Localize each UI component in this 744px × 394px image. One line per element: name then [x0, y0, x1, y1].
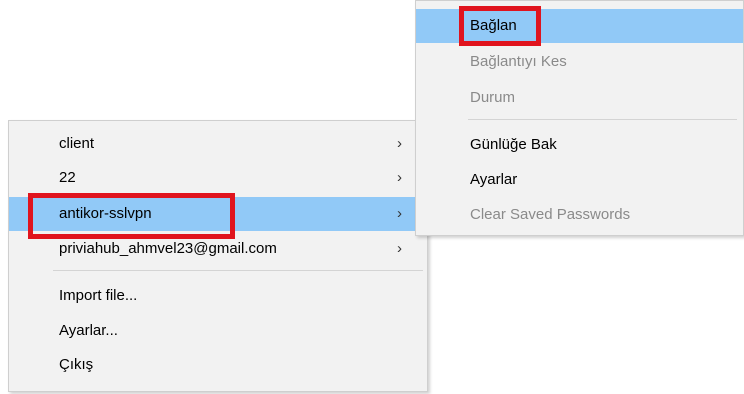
menu-item-import-file[interactable]: Import file...	[9, 279, 427, 313]
menu-item-label: Bağlan	[470, 17, 517, 34]
chevron-right-icon: ›	[397, 205, 402, 222]
menu-item-client[interactable]: client ›	[9, 127, 427, 161]
menu-item-antikor-sslvpn[interactable]: antikor-sslvpn ›	[9, 197, 427, 231]
menu-item-label: 22	[59, 169, 76, 186]
submenu-item-clear-saved-passwords[interactable]: Clear Saved Passwords	[416, 198, 743, 232]
menu-item-22[interactable]: 22 ›	[9, 161, 427, 195]
menu-item-priviahub[interactable]: priviahub_ahmvel23@gmail.com ›	[9, 232, 427, 266]
chevron-right-icon: ›	[397, 169, 402, 186]
submenu-item-connect[interactable]: Bağlan	[416, 9, 743, 43]
submenu-item-disconnect[interactable]: Bağlantıyı Kes	[416, 45, 743, 79]
menu-item-label: antikor-sslvpn	[59, 205, 152, 222]
submenu-item-status[interactable]: Durum	[416, 81, 743, 115]
menu-item-label: Bağlantıyı Kes	[470, 53, 567, 70]
menu-item-exit[interactable]: Çıkış	[9, 348, 427, 382]
menu-separator	[53, 270, 423, 271]
submenu-item-view-log[interactable]: Günlüğe Bak	[416, 128, 743, 162]
menu-item-label: Çıkış	[59, 356, 94, 373]
submenu-item-settings[interactable]: Ayarlar	[416, 163, 743, 197]
chevron-right-icon: ›	[397, 135, 402, 152]
menu-item-label: client	[59, 135, 95, 152]
submenu: Bağlan Bağlantıyı Kes Durum Günlüğe Bak …	[415, 0, 744, 236]
menu-item-label: Clear Saved Passwords	[470, 206, 631, 223]
context-menu: client › 22 › antikor-sslvpn › priviahub…	[8, 120, 428, 392]
menu-item-label: Import file...	[59, 287, 138, 304]
menu-item-settings[interactable]: Ayarlar...	[9, 314, 427, 348]
menu-item-label: Durum	[470, 89, 516, 106]
menu-separator	[468, 119, 737, 120]
chevron-right-icon: ›	[397, 240, 402, 257]
menu-item-label: Günlüğe Bak	[470, 136, 557, 153]
menu-item-label: Ayarlar	[470, 171, 518, 188]
menu-item-label: Ayarlar...	[59, 322, 118, 339]
menu-item-label: priviahub_ahmvel23@gmail.com	[59, 240, 277, 257]
